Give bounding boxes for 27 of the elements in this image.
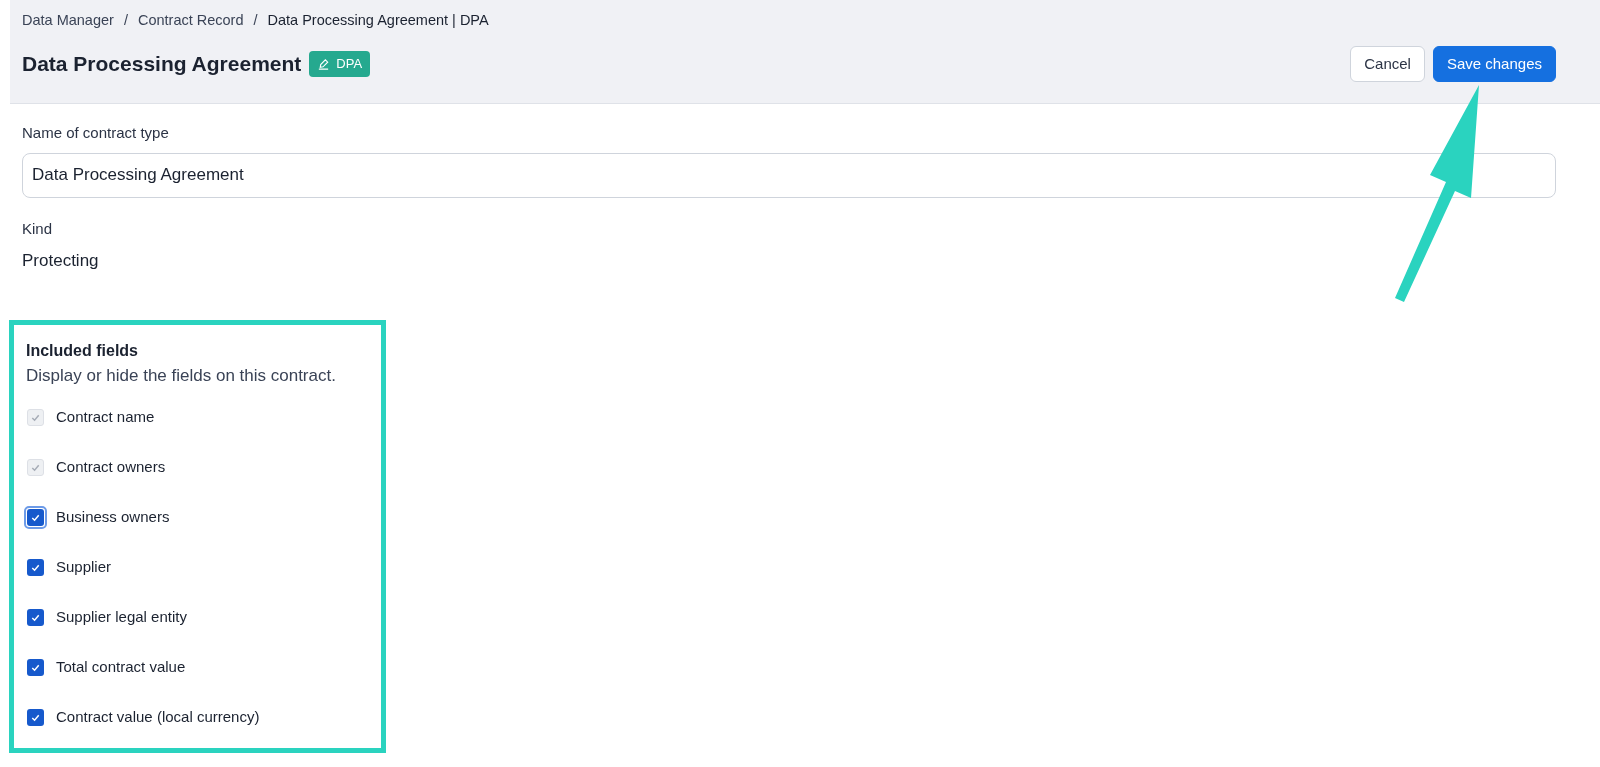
checkbox-label: Contract value (local currency) <box>56 706 260 727</box>
breadcrumb-link[interactable]: Data Manager <box>22 10 114 32</box>
field-label: Name of contract type <box>22 123 170 143</box>
breadcrumb-separator: / <box>123 11 128 30</box>
checkbox-label: Business owners <box>56 506 170 527</box>
cancel-button[interactable]: Cancel <box>1350 45 1425 83</box>
section-title: Included fields <box>26 340 139 361</box>
checkbox[interactable] <box>27 708 44 726</box>
pen-icon <box>317 57 331 71</box>
section-description: Display or hide the fields on this contract. <box>26 364 337 387</box>
checkbox[interactable] <box>27 658 44 676</box>
checkbox-label: Total contract value <box>56 656 186 677</box>
page-title: Data Processing Agreement <box>22 51 302 77</box>
checkbox-label: Supplier <box>56 556 112 577</box>
save-button[interactable]: Save changes <box>1432 45 1556 83</box>
type-badge: DPA <box>309 51 371 77</box>
checkbox[interactable] <box>27 608 44 626</box>
checkbox[interactable] <box>27 558 44 576</box>
field-label: Kind <box>22 218 54 239</box>
breadcrumb-link[interactable]: Contract Record <box>137 10 244 32</box>
checkbox-label: Contract owners <box>56 456 166 477</box>
kind-value: Protecting <box>22 250 100 272</box>
name-input-field[interactable]: Data Processing Agreement <box>22 152 1556 198</box>
breadcrumb-separator: / <box>253 11 258 30</box>
checkbox-label: Contract name <box>56 406 155 427</box>
checkbox-label: Supplier legal entity <box>56 606 187 627</box>
breadcrumb-current: Data Processing Agreement | DPA <box>267 11 489 30</box>
